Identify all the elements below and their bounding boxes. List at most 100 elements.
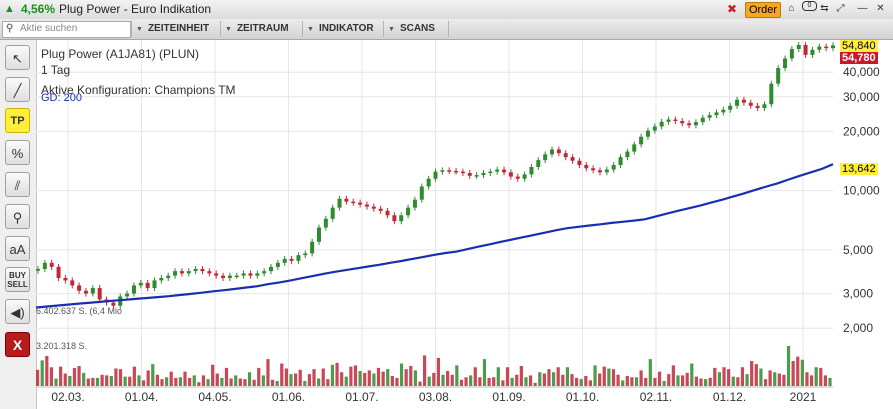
candle-body [419,186,424,200]
volume-bar [694,376,699,387]
volume-bar [303,381,307,386]
volume-bar [45,356,49,386]
candle-body [611,165,616,170]
volume-bar [805,372,809,386]
candle-body [179,271,184,274]
volume-bar [123,376,127,387]
volume-bar [588,380,593,387]
volume-bar [621,380,625,387]
price-high-tag: 54,840 [840,40,878,52]
candle-body [659,121,664,127]
search-input[interactable]: ⚲ Aktie suchen [2,21,131,38]
candle-body [817,46,822,50]
tp-tool-button[interactable]: TP [5,108,30,133]
volume-bar [151,364,155,387]
candle-body [824,46,829,49]
lock-icon[interactable]: ⌂ [785,2,798,15]
candle-body [330,207,335,219]
candle-body [591,168,596,171]
volume-bar [234,375,238,387]
close-icon[interactable]: ✕ [874,2,887,15]
minimize-icon[interactable]: — [856,2,869,15]
candle-body [337,198,342,208]
volume-bar [515,374,519,386]
volume-bar [598,373,602,386]
menu-indikator[interactable]: ▼ INDIKATOR [307,23,374,34]
volume-bar [275,381,279,386]
volume-bar [763,379,768,387]
volume-bar [814,367,818,386]
candle-body [125,293,130,297]
order-button[interactable]: Order [745,2,781,18]
volume-bar [100,374,104,386]
candle-body [255,273,260,276]
candle-body [673,119,678,121]
menu-zeitraum[interactable]: ▼ ZEITRAUM [225,23,289,34]
volume-bar [312,369,316,387]
buy-sell-button[interactable]: BUY SELL [5,267,30,292]
candle-body [796,45,801,49]
volume-bar [542,373,546,386]
chevron-down-icon: ▼ [307,26,314,33]
candle-body [728,105,733,110]
volume-bar [54,378,58,386]
volume-bar [160,379,164,387]
text-tool-button[interactable]: aA [5,236,30,261]
candle-body [762,104,767,109]
candle-body [515,176,520,179]
x-tick-label: 01.12. [713,390,746,404]
volume-bar [188,377,192,387]
candle-body [508,172,513,177]
sound-icon[interactable]: ◀) [5,299,30,324]
volume-bar [335,362,339,387]
menu-scans[interactable]: ▼ SCANS [388,23,435,34]
y-tick-label: 20,000 [843,124,880,138]
pin-icon[interactable]: ✖ [727,2,737,16]
candle-body [371,206,376,209]
volume-bar [164,377,169,386]
delete-button[interactable]: X [5,332,30,357]
volume-bar [95,377,100,387]
cursor-tool-icon[interactable]: ↖ [5,45,30,70]
ma-legend: GD: 200 [41,92,82,104]
volume-bar [63,373,67,386]
volume-bar [441,374,445,386]
volume-bar [473,367,477,386]
volume-bar [178,377,183,386]
candle-body [186,271,191,274]
percent-tool-button[interactable]: % [5,140,30,165]
candle-body [543,154,548,161]
y-tick-label: 40,000 [843,65,880,79]
candle-body [358,202,363,205]
candle-body [440,170,445,172]
volume-bar [768,370,772,387]
zoom-icon[interactable]: ⚲ [5,204,30,229]
candle-body [234,275,239,278]
share-icon[interactable]: ⇆ [818,2,831,15]
candle-body [570,157,575,161]
candle-body [618,157,623,166]
y-tick-label: 3,000 [843,287,873,301]
title-bar: ▲ 4,56% Plug Power - Euro Indikation ✖ O… [0,0,893,20]
parallel-lines-icon[interactable]: ⫽ [5,172,30,197]
volume-bar [229,378,233,386]
x-tick-label: 01.04. [125,390,158,404]
menu-zeiteinheit[interactable]: ▼ ZEITEINHEIT [136,23,209,34]
volume-bar [321,368,325,386]
candle-body [522,174,527,179]
volume-bar [634,377,639,386]
candle-body [488,171,493,174]
expand-icon[interactable]: ⤢ [834,2,847,15]
volume-bar [132,366,136,387]
volume-bar [427,376,431,387]
candle-body [310,241,315,254]
candle-body [392,215,397,222]
volume-bar [611,369,616,387]
volume-bar [528,375,533,387]
volume-bar [501,380,505,387]
candle-body [550,149,555,155]
candle-body [227,275,232,278]
line-tool-icon[interactable]: ╱ [5,77,30,102]
x-tick-label: 01.10. [566,390,599,404]
volume-bar [224,367,229,386]
